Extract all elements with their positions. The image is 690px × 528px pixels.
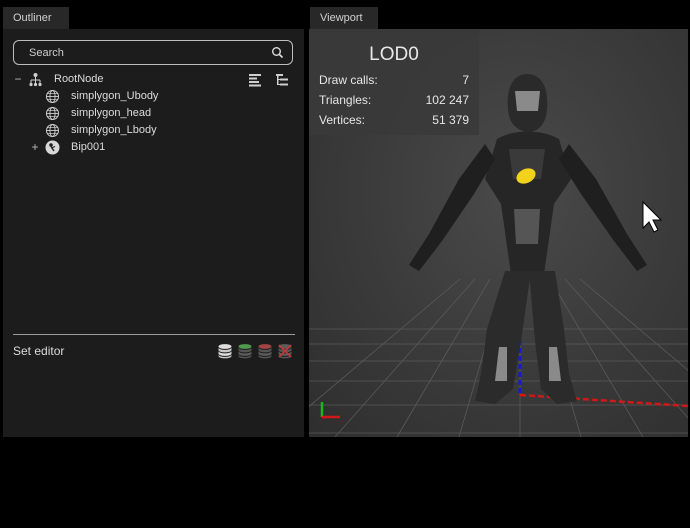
set-database-icon[interactable] [217,343,233,359]
stat-label: Draw calls: [319,73,378,87]
tree-item-simplygon-lbody[interactable]: simplygon_Lbody [45,122,245,139]
hierarchy-icon[interactable] [275,73,289,87]
bone-icon [45,140,60,155]
mesh-sphere-icon [46,124,59,137]
collapse-icon[interactable]: − [13,71,23,88]
viewport-canvas[interactable]: LOD0 Draw calls: 7 Triangles: 102 247 Ve… [309,29,688,437]
tree-item-label: Bip001 [71,141,106,153]
stat-value: 7 [462,73,469,87]
stat-value: 102 247 [425,93,469,107]
outliner-panel: Search − RootNode simplygon_Ubody simply… [3,29,304,437]
add-set-icon[interactable] [237,343,253,359]
tree-item-simplygon-head[interactable]: simplygon_head [45,105,245,122]
tree-item-label: RootNode [54,73,104,85]
panel-divider [13,334,295,335]
tab-outliner[interactable]: Outliner [3,7,69,29]
set-editor-title: Set editor [13,344,65,358]
tree-item-label: simplygon_head [71,107,152,119]
stat-label: Vertices: [319,113,366,127]
search-input[interactable]: Search [13,40,293,65]
expand-icon[interactable]: + [30,139,40,156]
scene-root-icon [29,73,42,87]
lod-title: LOD0 [369,44,419,65]
tree-item-bip001[interactable]: + Bip001 [30,139,230,156]
tree-item-label: simplygon_Ubody [71,90,159,102]
tab-viewport[interactable]: Viewport [310,7,378,29]
remove-set-icon[interactable] [257,343,273,359]
lod-stats-overlay: LOD0 Draw calls: 7 Triangles: 102 247 Ve… [309,29,479,135]
x-axis-line [519,393,688,408]
mesh-sphere-icon [46,107,59,120]
delete-set-icon[interactable] [277,343,293,359]
search-icon[interactable] [271,46,284,59]
stat-row-draw-calls: Draw calls: 7 [319,73,469,89]
search-placeholder: Search [29,47,64,59]
mesh-sphere-icon [46,90,59,103]
stat-label: Triangles: [319,93,372,107]
tree-item-simplygon-ubody[interactable]: simplygon_Ubody [45,88,245,105]
stat-value: 51 379 [432,113,469,127]
orientation-gizmo [320,402,340,419]
sort-icon[interactable] [248,73,262,87]
mouse-cursor [642,200,663,233]
tree-item-label: simplygon_Lbody [71,124,157,136]
stat-row-vertices: Vertices: 51 379 [319,113,469,129]
tree-item-rootnode[interactable]: − RootNode [13,71,243,88]
stat-row-triangles: Triangles: 102 247 [319,93,469,109]
